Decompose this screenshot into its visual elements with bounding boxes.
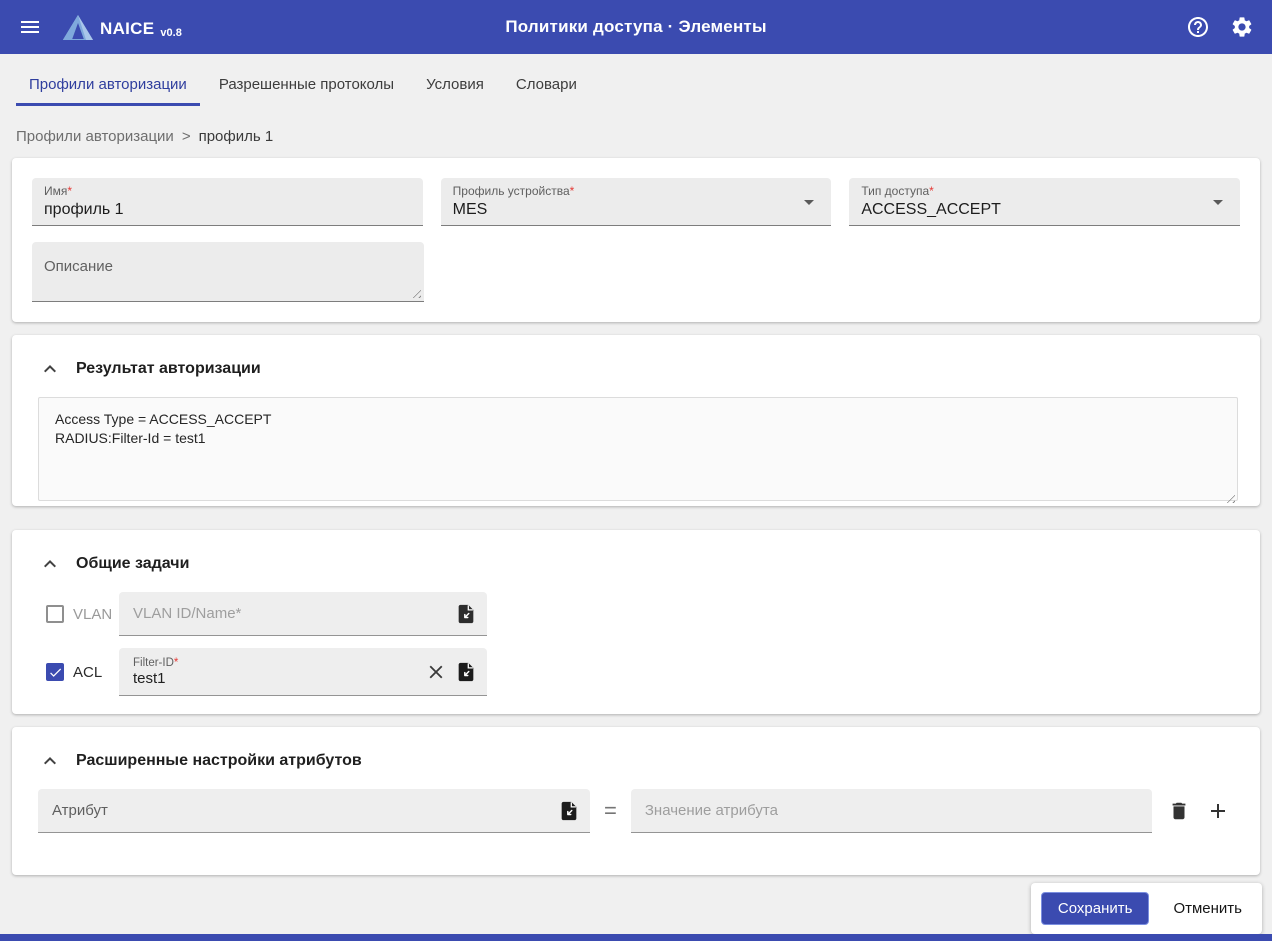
acl-checkbox[interactable] <box>46 663 64 681</box>
close-icon <box>429 665 443 678</box>
help-button[interactable] <box>1186 15 1210 39</box>
breadcrumb-current: профиль 1 <box>198 128 274 145</box>
chevron-up-icon <box>44 365 56 373</box>
chevron-up-icon <box>44 560 56 568</box>
page-title: Политики доступа · Элементы <box>505 17 767 36</box>
device-profile-label: Профиль устройства* <box>452 184 575 198</box>
cancel-button[interactable]: Отменить <box>1163 893 1252 924</box>
filter-id-input[interactable] <box>133 670 417 688</box>
fields-grid: Имя* Профиль устройства* MES Тип доступа… <box>32 178 1240 226</box>
app-bar: NAICE v0.8 Политики доступа · Элементы <box>0 0 1272 54</box>
vlan-label: VLAN <box>73 605 113 623</box>
common-tasks-title: Общие задачи <box>76 555 190 572</box>
common-tasks-card: Общие задачи VLAN ACL <box>12 530 1260 714</box>
chevron-up-icon <box>44 757 56 765</box>
access-type-select[interactable]: Тип доступа* ACCESS_ACCEPT <box>849 178 1240 226</box>
acl-paste-button[interactable] <box>455 661 477 683</box>
required-asterisk: * <box>67 184 73 198</box>
brand-name: NAICE <box>100 19 155 39</box>
add-attribute-button[interactable] <box>1206 799 1230 823</box>
advanced-attributes-card: Расширенные настройки атрибутов = <box>12 727 1260 875</box>
required-asterisk: * <box>569 184 575 198</box>
authorization-result-textarea[interactable]: Access Type = ACCESS_ACCEPT RADIUS:Filte… <box>38 397 1238 501</box>
device-profile-select[interactable]: Профиль устройства* MES <box>440 178 832 226</box>
trash-icon <box>1172 802 1186 820</box>
authorization-result-textarea-wrap: Access Type = ACCESS_ACCEPT RADIUS:Filte… <box>38 397 1238 506</box>
logo-icon <box>62 14 94 40</box>
attribute-paste-button[interactable] <box>558 800 580 822</box>
gear-icon <box>1232 17 1252 37</box>
brand-version: v0.8 <box>160 26 182 39</box>
access-type-value: ACCESS_ACCEPT <box>861 201 1001 218</box>
settings-button[interactable] <box>1230 15 1254 39</box>
name-input[interactable] <box>44 201 411 219</box>
collapse-common-tasks-button[interactable] <box>38 552 62 576</box>
chevron-down-icon[interactable] <box>1206 190 1230 214</box>
access-type-label: Тип доступа* <box>861 184 934 198</box>
advanced-attributes-title: Расширенные настройки атрибутов <box>76 752 362 769</box>
acl-label: ACL <box>73 663 103 681</box>
authorization-result-header: Результат авторизации <box>12 335 1260 381</box>
profile-form-card: Имя* Профиль устройства* MES Тип доступа… <box>12 158 1260 322</box>
breadcrumb-root[interactable]: Профили авторизации <box>16 128 174 145</box>
screen: NAICE v0.8 Политики доступа · Элементы П… <box>0 0 1272 941</box>
attribute-value-field[interactable] <box>630 789 1152 833</box>
acl-field-inner: Filter-ID* <box>133 656 417 688</box>
description-label: Описание <box>44 258 114 275</box>
device-profile-value: MES <box>452 201 488 218</box>
brand: NAICE v0.8 <box>62 14 182 41</box>
hamburger-icon <box>21 21 39 33</box>
common-tasks-header: Общие задачи <box>12 530 1260 576</box>
delete-attribute-button[interactable] <box>1168 800 1190 822</box>
help-icon <box>1188 17 1208 37</box>
menu-button[interactable] <box>18 15 42 39</box>
appbar-actions <box>1186 15 1254 39</box>
advanced-attributes-header: Расширенные настройки атрибутов <box>12 727 1260 773</box>
attribute-field[interactable] <box>38 789 590 833</box>
collapse-authorization-result-button[interactable] <box>38 357 62 381</box>
plus-icon <box>1211 804 1225 818</box>
check-icon <box>49 667 61 677</box>
breadcrumb-separator: > <box>181 128 191 145</box>
chevron-down-icon[interactable] <box>797 190 821 214</box>
filter-id-label: Filter-ID* <box>133 656 179 669</box>
tab-authorization-profiles[interactable]: Профили авторизации <box>16 76 200 106</box>
vlan-input[interactable] <box>133 605 447 622</box>
vlan-field[interactable] <box>119 592 487 636</box>
actions-bar: Сохранить Отменить <box>1030 883 1262 934</box>
paste-icon <box>561 801 577 820</box>
tab-bar: Профили авторизации Разрешенные протокол… <box>0 54 1272 106</box>
attribute-value-input[interactable] <box>644 802 1142 819</box>
attribute-input[interactable] <box>52 802 550 819</box>
name-field[interactable]: Имя* <box>32 178 423 226</box>
authorization-result-card: Результат авторизации Access Type = ACCE… <box>12 335 1260 506</box>
name-field-label: Имя* <box>44 184 73 198</box>
description-field[interactable]: Описание <box>32 242 424 302</box>
resize-handle[interactable] <box>409 286 421 298</box>
attribute-row: = <box>12 773 1260 875</box>
clear-filter-id-button[interactable] <box>425 661 447 683</box>
tab-conditions[interactable]: Условия <box>413 76 497 106</box>
save-button[interactable]: Сохранить <box>1040 892 1150 925</box>
breadcrumb: Профили авторизации > профиль 1 <box>0 106 1272 158</box>
tab-allowed-protocols[interactable]: Разрешенные протоколы <box>206 76 407 106</box>
tab-dictionaries[interactable]: Словари <box>503 76 590 106</box>
vlan-task-row: VLAN <box>46 592 1260 636</box>
required-asterisk: * <box>929 184 934 198</box>
paste-icon <box>458 662 474 681</box>
acl-field[interactable]: Filter-ID* <box>119 648 487 696</box>
acl-task-row: ACL Filter-ID* <box>46 648 1260 696</box>
equals-sign: = <box>604 798 617 823</box>
paste-icon <box>458 604 474 623</box>
collapse-advanced-attributes-button[interactable] <box>38 749 62 773</box>
bottom-accent-strip <box>0 934 1272 941</box>
required-asterisk: * <box>173 656 179 669</box>
authorization-result-title: Результат авторизации <box>76 360 261 377</box>
vlan-checkbox[interactable] <box>46 605 64 623</box>
vlan-paste-button[interactable] <box>455 603 477 625</box>
